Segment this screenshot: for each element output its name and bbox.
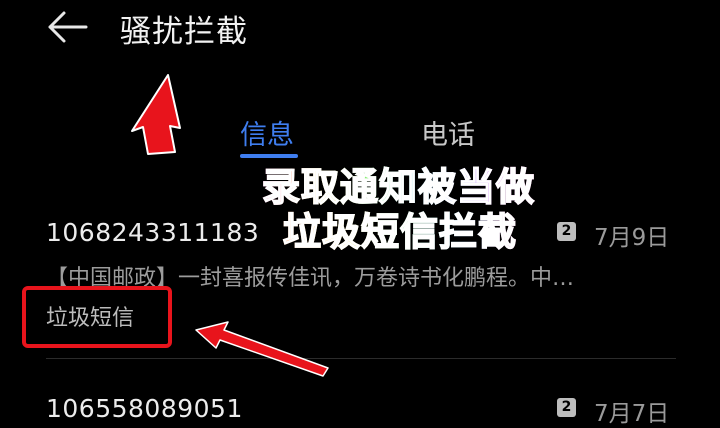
annotation-arrows xyxy=(131,74,329,377)
red-arrow-up-icon xyxy=(131,74,181,155)
red-arrow-left-icon xyxy=(195,321,329,377)
